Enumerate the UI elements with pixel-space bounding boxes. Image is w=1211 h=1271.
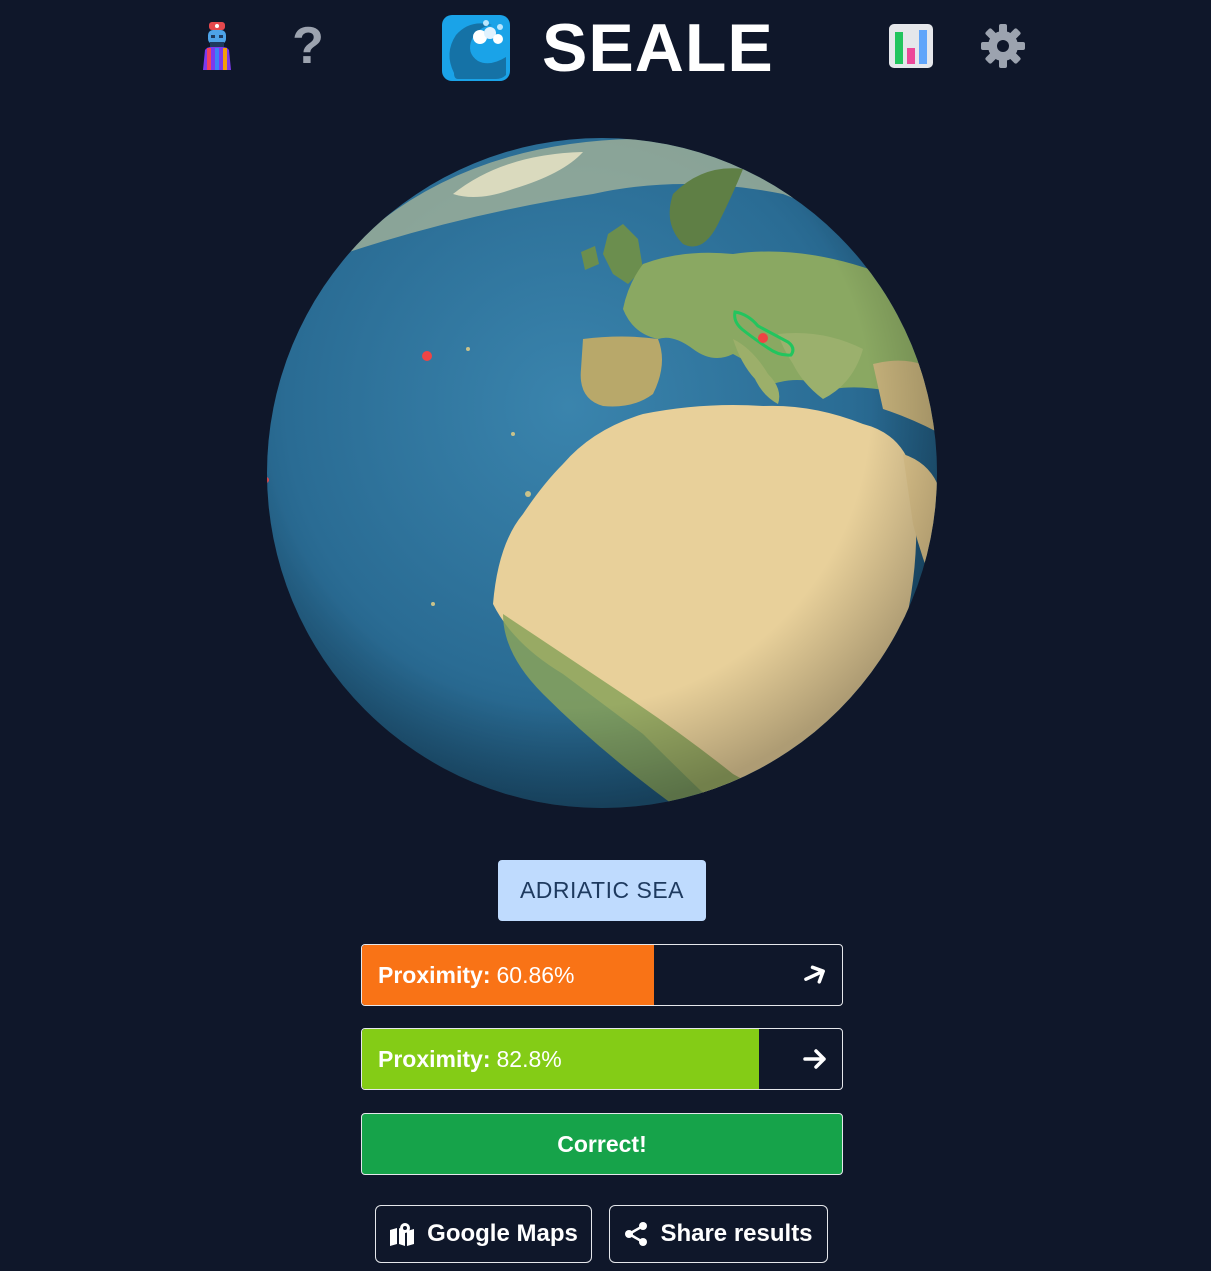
guess-row: Proximity: 60.86%	[361, 944, 843, 1006]
map-icon	[390, 1223, 415, 1246]
guess-row: Proximity: 82.8%	[361, 1028, 843, 1090]
globe[interactable]	[263, 134, 941, 812]
google-maps-button[interactable]: Google Maps	[375, 1205, 592, 1263]
share-icon	[625, 1222, 648, 1246]
share-results-label: Share results	[660, 1220, 813, 1247]
globe-map[interactable]	[263, 134, 941, 812]
stats-chart-icon	[889, 24, 933, 68]
avatar-icon[interactable]	[192, 18, 242, 74]
proximity-label: Proximity:	[378, 961, 491, 988]
proximity-value: 82.8%	[496, 1045, 562, 1072]
avatar-figure	[203, 22, 231, 70]
answer-label: ADRIATIC SEA	[498, 860, 706, 921]
top-bar: ? SEALE	[0, 0, 1211, 100]
share-results-button[interactable]: Share results	[609, 1205, 828, 1263]
google-maps-label: Google Maps	[427, 1220, 578, 1247]
stats-icon[interactable]	[883, 18, 939, 74]
result-banner: Correct!	[361, 1113, 843, 1175]
help-glyph: ?	[292, 17, 324, 75]
arrow-icon	[803, 1049, 826, 1069]
guess-text: Proximity: 82.8%	[378, 1029, 562, 1089]
help-icon[interactable]: ?	[284, 18, 332, 74]
proximity-value: 60.86%	[496, 961, 575, 988]
globe-shading	[267, 138, 937, 808]
proximity-label: Proximity:	[378, 1045, 491, 1072]
gear-shape	[981, 24, 1025, 68]
arrow-icon	[804, 965, 825, 984]
gear-icon[interactable]	[975, 18, 1031, 74]
wave-logo-icon	[442, 15, 510, 81]
app-title: SEALE	[542, 10, 774, 86]
guess-text: Proximity: 60.86%	[378, 945, 575, 1005]
app-logo: SEALE	[440, 8, 774, 88]
